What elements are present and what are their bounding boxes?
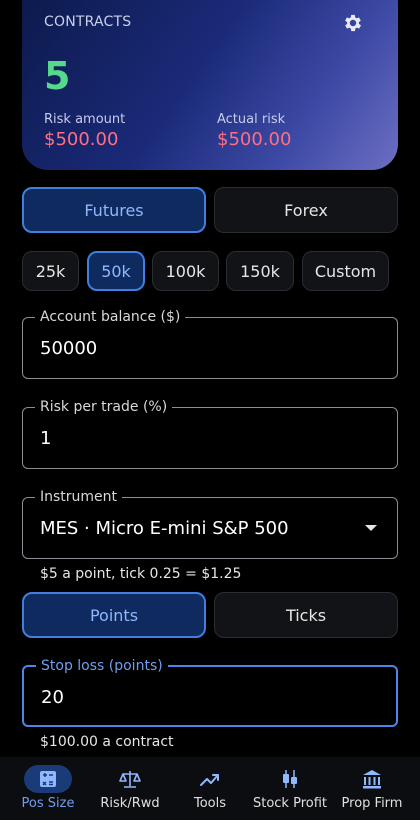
actual-risk-value: $500.00 xyxy=(217,129,292,150)
stop-loss-label: Stop loss (points) xyxy=(36,657,168,675)
futures-toggle[interactable]: Futures xyxy=(22,187,206,233)
bank-icon xyxy=(348,765,396,793)
contracts-label: CONTRACTS xyxy=(44,14,132,30)
risk-per-trade-label: Risk per trade (%) xyxy=(35,398,173,416)
dropdown-arrow-icon[interactable] xyxy=(365,525,377,531)
contracts-count: 5 xyxy=(44,54,71,98)
points-toggle[interactable]: Points xyxy=(22,592,206,638)
instrument-hint: $5 a point, tick 0.25 = $1.25 xyxy=(40,566,242,582)
summary-card: CONTRACTS 5 Risk amount $500.00 Actual r… xyxy=(22,0,398,170)
ticks-toggle[interactable]: Ticks xyxy=(214,592,398,638)
stop-loss-hint: $100.00 a contract xyxy=(40,734,174,750)
instrument-label: Instrument xyxy=(35,488,123,506)
trend-icon xyxy=(186,765,234,793)
risk-per-trade-field[interactable]: Risk per trade (%) 1 xyxy=(22,398,398,469)
account-balance-value[interactable]: 50000 xyxy=(40,338,97,359)
nav-label-pos-size: Pos Size xyxy=(21,796,75,811)
stop-loss-field[interactable]: Stop loss (points) 20 xyxy=(22,657,398,727)
instrument-value[interactable]: MES · Micro E-mini S&P 500 xyxy=(40,518,289,539)
nav-item-tools[interactable]: Tools xyxy=(168,765,252,811)
risk-per-trade-value[interactable]: 1 xyxy=(40,428,51,449)
risk-amount: Risk amount $500.00 xyxy=(44,112,125,150)
risk-amount-label: Risk amount xyxy=(44,112,126,127)
actual-risk-label: Actual risk xyxy=(217,112,286,127)
preset-50k[interactable]: 50k xyxy=(87,251,145,291)
nav-label-tools: Tools xyxy=(193,796,227,811)
bottom-navigation: Pos Size Risk/Rwd Tools Stock Profit Pro… xyxy=(0,757,420,820)
preset-100k[interactable]: 100k xyxy=(152,251,219,291)
forex-toggle[interactable]: Forex xyxy=(214,187,398,233)
candlestick-icon xyxy=(266,765,314,793)
nav-item-pos-size[interactable]: Pos Size xyxy=(6,765,90,811)
instrument-select[interactable]: Instrument MES · Micro E-mini S&P 500 xyxy=(22,488,398,559)
calculator-icon xyxy=(24,765,72,793)
nav-label-risk-reward: Risk/Rwd xyxy=(100,796,160,811)
nav-label-prop-firm: Prop Firm xyxy=(341,796,403,811)
account-balance-field[interactable]: Account balance ($) 50000 xyxy=(22,308,398,379)
preset-150k[interactable]: 150k xyxy=(226,251,294,291)
risk-amount-value: $500.00 xyxy=(44,129,119,150)
preset-custom[interactable]: Custom xyxy=(302,251,389,291)
scale-icon xyxy=(106,765,154,793)
actual-risk: Actual risk $500.00 xyxy=(217,112,291,150)
stop-loss-value[interactable]: 20 xyxy=(41,687,64,708)
account-balance-label: Account balance ($) xyxy=(35,308,186,326)
nav-item-risk-reward[interactable]: Risk/Rwd xyxy=(88,765,172,811)
nav-item-stock-profit[interactable]: Stock Profit xyxy=(248,765,332,811)
nav-item-prop-firm[interactable]: Prop Firm xyxy=(330,765,414,811)
preset-25k[interactable]: 25k xyxy=(22,251,79,291)
gear-icon[interactable] xyxy=(342,12,364,34)
nav-label-stock-profit: Stock Profit xyxy=(252,796,328,811)
